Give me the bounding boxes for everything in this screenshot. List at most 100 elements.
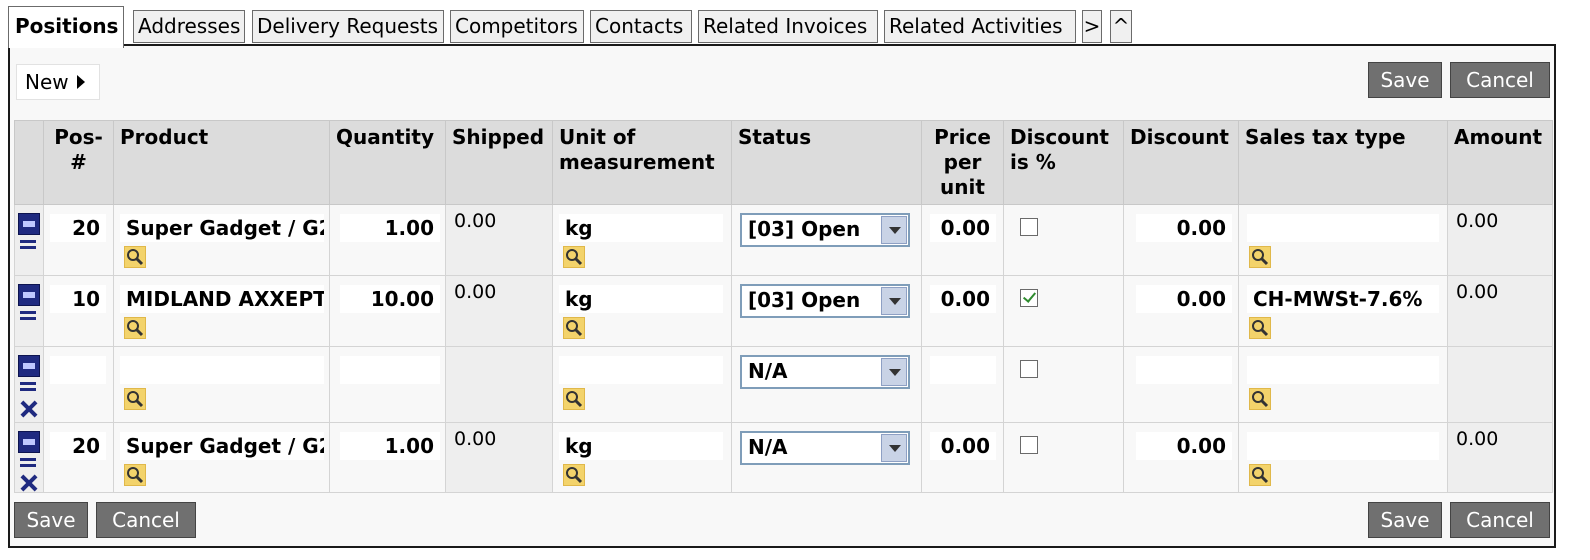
discount-field[interactable]: 0.00 <box>1136 432 1232 460</box>
product-field[interactable]: Super Gadget / G2 <box>120 214 324 242</box>
save-button-top[interactable]: Save <box>1368 62 1442 98</box>
status-value: [03] Open <box>748 217 861 241</box>
status-value: N/A <box>748 359 788 383</box>
col-price[interactable]: Price per unit <box>921 120 1004 205</box>
status-select[interactable]: [03] Open <box>740 284 910 318</box>
reorder-icon[interactable] <box>18 457 40 469</box>
price-field[interactable]: 0.00 <box>930 214 996 242</box>
col-status[interactable]: Status <box>731 120 922 205</box>
product-field[interactable] <box>120 356 324 384</box>
discount-pct-checkbox[interactable] <box>1020 218 1038 236</box>
table-row: 20 Super Gadget / G2 1.00 0.00 kg N/A 0.… <box>14 422 1553 493</box>
cancel-button-bottom-left[interactable]: Cancel <box>96 502 196 538</box>
table-row: 10 MIDLAND AXXEPT 10.00 0.00 kg [03] Ope… <box>14 275 1553 347</box>
tax-field[interactable] <box>1247 356 1439 384</box>
pos-field[interactable]: 10 <box>50 285 106 313</box>
edit-icon[interactable] <box>18 213 40 235</box>
status-select[interactable]: N/A <box>740 355 910 389</box>
magnifier-icon[interactable] <box>124 388 146 410</box>
reorder-icon[interactable] <box>18 381 40 393</box>
tab-addresses[interactable]: Addresses <box>133 10 245 43</box>
magnifier-icon[interactable] <box>563 388 585 410</box>
magnifier-icon[interactable] <box>563 317 585 339</box>
unit-field[interactable] <box>559 356 723 384</box>
col-unit[interactable]: Unit of measurement <box>552 120 732 205</box>
tab-delivery-requests[interactable]: Delivery Requests <box>252 10 444 43</box>
reorder-icon[interactable] <box>18 239 40 251</box>
magnifier-icon[interactable] <box>124 317 146 339</box>
discount-pct-checkbox[interactable] <box>1020 436 1038 454</box>
chevron-down-icon[interactable] <box>881 216 907 244</box>
product-field[interactable]: Super Gadget / G2 <box>120 432 324 460</box>
col-amount[interactable]: Amount <box>1447 120 1553 205</box>
tab-related-activities[interactable]: Related Activities <box>884 10 1076 43</box>
magnifier-icon[interactable] <box>563 246 585 268</box>
quantity-field[interactable]: 1.00 <box>340 214 440 242</box>
product-field[interactable]: MIDLAND AXXEPT <box>120 285 324 313</box>
edit-icon[interactable] <box>18 284 40 306</box>
quantity-field[interactable]: 1.00 <box>340 432 440 460</box>
pos-field[interactable]: 20 <box>50 432 106 460</box>
price-field[interactable]: 0.00 <box>930 285 996 313</box>
magnifier-icon[interactable] <box>124 464 146 486</box>
col-pos[interactable]: Pos-# <box>43 120 114 205</box>
discount-field[interactable]: 0.00 <box>1136 214 1232 242</box>
edit-icon[interactable] <box>18 355 40 377</box>
chevron-down-icon[interactable] <box>881 434 907 462</box>
col-quantity[interactable]: Quantity <box>329 120 446 205</box>
col-product[interactable]: Product <box>113 120 330 205</box>
tax-field[interactable]: CH-MWSt-7.6% <box>1247 285 1439 313</box>
discount-field[interactable]: 0.00 <box>1136 285 1232 313</box>
discount-pct-checkbox[interactable] <box>1020 289 1038 307</box>
row-actions <box>14 204 44 276</box>
save-button-bottom-right[interactable]: Save <box>1368 502 1442 538</box>
row-actions <box>14 275 44 347</box>
tab-positions[interactable]: Positions <box>8 6 124 48</box>
chevron-down-icon[interactable] <box>881 358 907 386</box>
row-actions <box>14 346 44 423</box>
tab-related-invoices[interactable]: Related Invoices <box>698 10 878 43</box>
magnifier-icon[interactable] <box>563 464 585 486</box>
col-shipped[interactable]: Shipped <box>445 120 553 205</box>
new-label: New <box>25 70 69 94</box>
magnifier-icon[interactable] <box>1249 388 1271 410</box>
tab-competitors[interactable]: Competitors <box>450 10 584 43</box>
table-header: Pos-# Product Quantity Shipped Unit of m… <box>14 120 1553 205</box>
cancel-button-bottom-right[interactable]: Cancel <box>1450 502 1550 538</box>
quantity-field[interactable]: 10.00 <box>340 285 440 313</box>
status-select[interactable]: [03] Open <box>740 213 910 247</box>
tab-more-button[interactable]: > <box>1082 10 1102 43</box>
quantity-field[interactable] <box>340 356 440 384</box>
magnifier-icon[interactable] <box>124 246 146 268</box>
magnifier-icon[interactable] <box>1249 464 1271 486</box>
cancel-button-top[interactable]: Cancel <box>1450 62 1550 98</box>
discount-pct-checkbox[interactable] <box>1020 360 1038 378</box>
col-discount-pct[interactable]: Discount is % <box>1003 120 1124 205</box>
pos-field[interactable] <box>50 356 106 384</box>
price-field[interactable]: 0.00 <box>930 432 996 460</box>
discount-field[interactable] <box>1136 356 1232 384</box>
unit-field[interactable]: kg <box>559 214 723 242</box>
unit-field[interactable]: kg <box>559 285 723 313</box>
edit-icon[interactable] <box>18 431 40 453</box>
delete-icon[interactable] <box>18 475 40 491</box>
pos-field[interactable]: 20 <box>50 214 106 242</box>
new-menu-button[interactable]: New <box>16 64 100 100</box>
magnifier-icon[interactable] <box>1249 317 1271 339</box>
delete-icon[interactable] <box>18 401 40 417</box>
save-button-bottom-left[interactable]: Save <box>14 502 88 538</box>
col-actions <box>14 120 44 205</box>
tax-field[interactable] <box>1247 214 1439 242</box>
unit-field[interactable]: kg <box>559 432 723 460</box>
col-discount[interactable]: Discount <box>1123 120 1239 205</box>
tab-collapse-button[interactable]: ^ <box>1110 10 1132 43</box>
tax-field[interactable] <box>1247 432 1439 460</box>
table-row: 20 Super Gadget / G2 1.00 0.00 kg [03] O… <box>14 204 1553 276</box>
tab-contacts[interactable]: Contacts <box>590 10 692 43</box>
reorder-icon[interactable] <box>18 310 40 322</box>
magnifier-icon[interactable] <box>1249 246 1271 268</box>
col-tax[interactable]: Sales tax type <box>1238 120 1448 205</box>
price-field[interactable] <box>930 356 996 384</box>
status-select[interactable]: N/A <box>740 431 910 465</box>
chevron-down-icon[interactable] <box>881 287 907 315</box>
